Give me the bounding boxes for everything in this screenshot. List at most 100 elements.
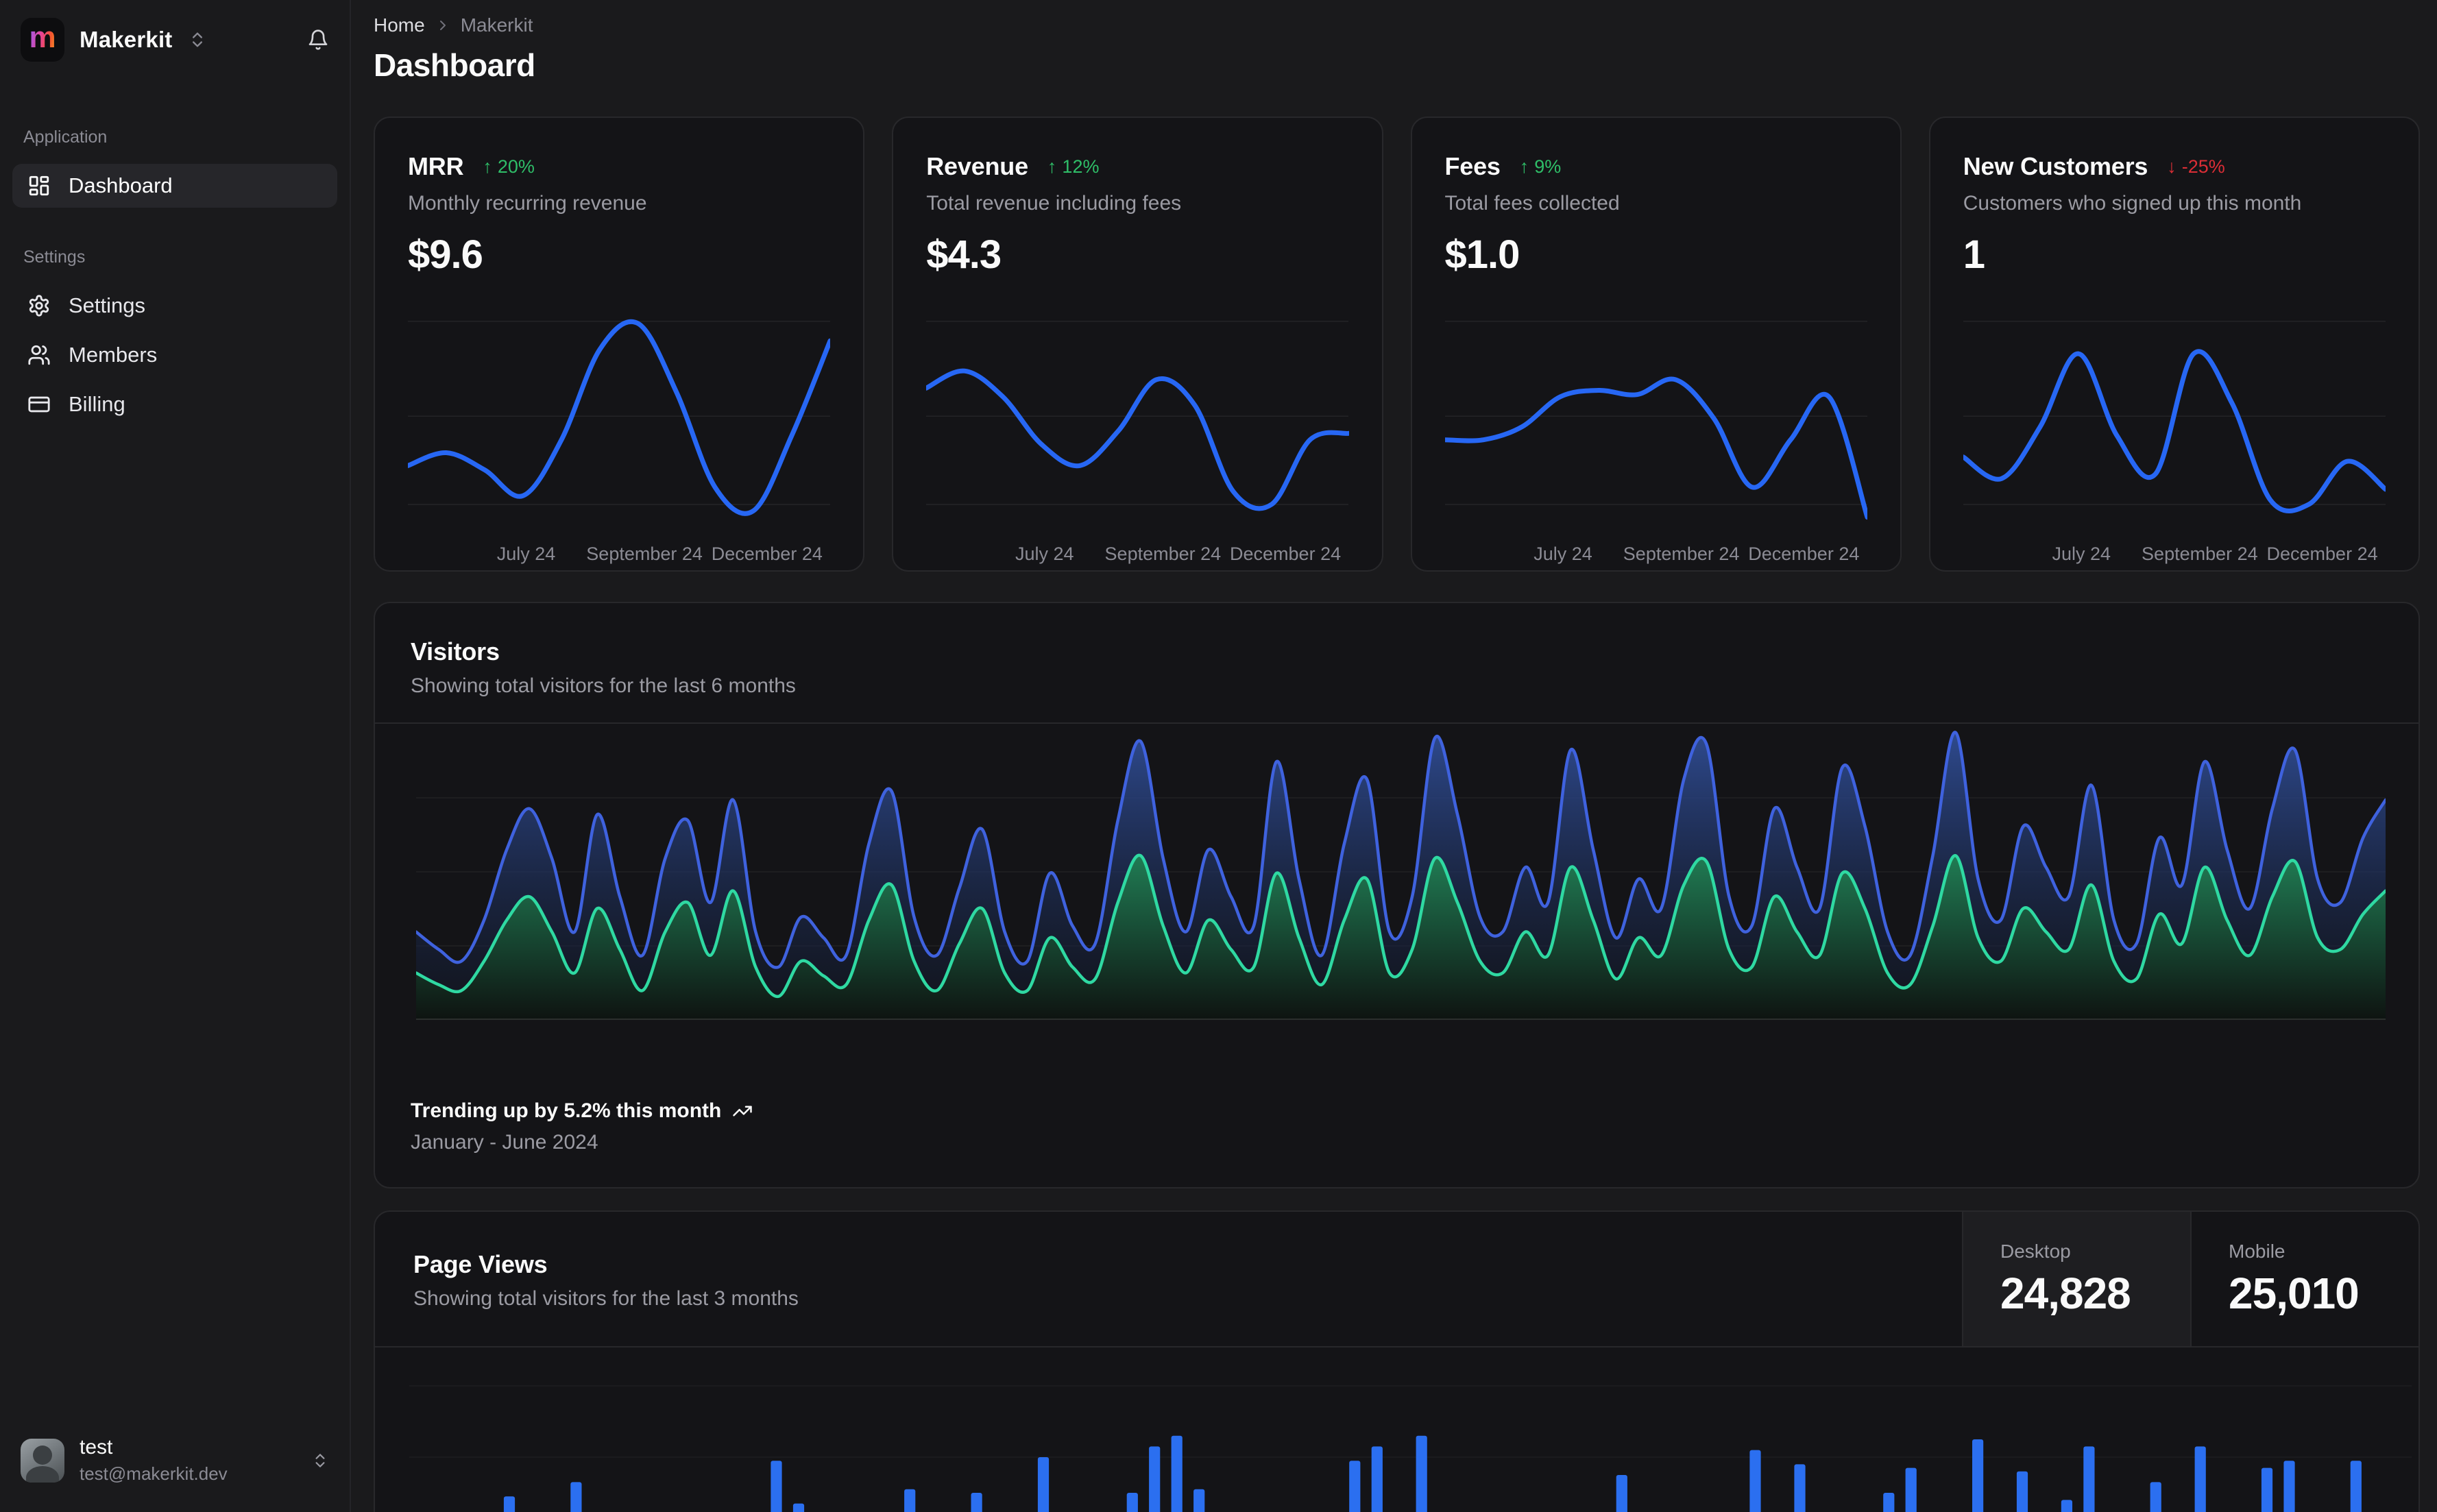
credit-card-icon — [28, 396, 50, 413]
visitors-header: Visitors Showing total visitors for the … — [375, 603, 2418, 724]
main-content: Home Makerkit Dashboard MRR ↑ 20% Monthl… — [351, 0, 2437, 1512]
workspace-name: Makerkit — [80, 27, 173, 52]
chevron-right-icon — [439, 21, 446, 30]
breadcrumb-home-link[interactable]: Home — [374, 14, 425, 37]
stat-card-mrr: MRR ↑ 20% Monthly recurring revenue $9.6… — [374, 117, 865, 572]
x-tick-label: September 24 — [1104, 544, 1222, 564]
user-meta: test test@makerkit.dev — [80, 1436, 296, 1485]
sidebar-item-label: Billing — [69, 392, 125, 416]
trending-up-icon — [733, 1106, 753, 1117]
trend-badge: ↑ 12% — [1047, 156, 1100, 178]
page-views-chart — [375, 1348, 2418, 1512]
stat-card-title: Fees — [1444, 152, 1501, 180]
sidebar: m Makerkit Application Dashboard Setting… — [0, 0, 351, 1512]
x-tick-label: September 24 — [2142, 544, 2258, 564]
x-tick-label: July 24 — [1015, 544, 1074, 564]
page-views-titles: Page Views Showing total visitors for th… — [375, 1212, 1962, 1346]
page-views-card: Page Views Showing total visitors for th… — [374, 1210, 2420, 1512]
arrow-up-icon: ↑ — [1047, 156, 1057, 177]
x-tick-label: July 24 — [2052, 544, 2111, 564]
desktop-label: Desktop — [2000, 1241, 2071, 1262]
stat-card-revenue: Revenue ↑ 12% Total revenue including fe… — [892, 117, 1383, 572]
page-views-header: Page Views Showing total visitors for th… — [375, 1212, 2418, 1348]
trend-badge-value: 9% — [1534, 156, 1562, 177]
fees-line-chart — [1444, 320, 1867, 520]
sparkline-chart: July 24 September 24 December 24 — [1963, 301, 2386, 567]
x-tick-label: July 24 — [496, 544, 556, 564]
visitors-footer: Trending up by 5.2% this month January -… — [375, 1020, 2418, 1187]
x-tick-label: September 24 — [1623, 544, 1740, 564]
toggle-desktop[interactable]: Desktop 24,828 — [1962, 1212, 2190, 1346]
x-tick-label: December 24 — [1230, 544, 1342, 564]
visitors-card: Visitors Showing total visitors for the … — [374, 602, 2420, 1188]
stat-card-header: Fees ↑ 9% — [1445, 152, 1867, 181]
user-email: test@makerkit.dev — [80, 1463, 228, 1484]
arrow-up-icon: ↑ — [1519, 156, 1529, 177]
dashboard-icon — [29, 175, 49, 196]
trend-badge: ↓ -25% — [2167, 156, 2225, 178]
stat-card-value: $1.0 — [1444, 232, 1520, 277]
stat-card-new-customers: New Customers ↓ -25% Customers who signe… — [1928, 117, 2420, 572]
sidebar-item-dashboard[interactable]: Dashboard — [12, 164, 337, 208]
app-root: m Makerkit Application Dashboard Setting… — [0, 0, 2437, 1512]
breadcrumb-current: Makerkit — [460, 14, 533, 36]
sidebar-item-settings[interactable]: Settings — [12, 284, 337, 328]
toggle-mobile[interactable]: Mobile 25,010 — [2190, 1212, 2418, 1346]
user-menu[interactable]: test test@makerkit.dev — [0, 1418, 350, 1512]
stat-card-title: New Customers — [1963, 152, 2148, 180]
sparkline-chart: July 24 September 24 December 24 — [926, 301, 1349, 567]
chevrons-up-down-icon — [315, 1453, 325, 1467]
sparkline-chart: July 24 September 24 December 24 — [1444, 301, 1867, 567]
arrow-up-icon: ↑ — [483, 156, 492, 177]
stat-cards-row: MRR ↑ 20% Monthly recurring revenue $9.6… — [374, 117, 2420, 572]
sparkline-chart: July 24 September 24 December 24 — [408, 301, 831, 567]
user-avatar — [21, 1438, 64, 1483]
makerkit-logo: m — [21, 18, 64, 62]
visitors-trend-text: Trending up by 5.2% this month — [411, 1099, 722, 1122]
mobile-value: 25,010 — [2229, 1269, 2360, 1318]
nav-section-label: Settings — [23, 247, 86, 267]
trend-badge-value: -25% — [2181, 156, 2225, 177]
stat-card-value: 1 — [1963, 232, 1985, 277]
stat-card-value: $9.6 — [408, 232, 483, 277]
x-tick-label: December 24 — [2266, 544, 2378, 564]
mrr-line-chart — [408, 319, 831, 516]
page-views-title: Page Views — [413, 1250, 548, 1278]
stat-card-header: New Customers ↓ -25% — [1963, 152, 2386, 181]
stat-card-header: MRR ↑ 20% — [408, 152, 830, 181]
sidebar-item-members[interactable]: Members — [12, 333, 337, 377]
visitors-trend-line: Trending up by 5.2% this month — [411, 1099, 2383, 1123]
notifications-button[interactable] — [307, 29, 329, 51]
visitors-area-chart — [416, 731, 2386, 1020]
x-tick-label: December 24 — [711, 544, 823, 564]
sidebar-header: m Makerkit — [0, 18, 350, 62]
stat-card-description: Customers who signed up this month — [1963, 192, 2302, 215]
mobile-label: Mobile — [2229, 1241, 2286, 1262]
sidebar-nav: Application Dashboard Settings Settings … — [0, 127, 350, 426]
breadcrumb: Home Makerkit — [374, 14, 2420, 37]
workspace-selector[interactable]: m Makerkit — [21, 18, 207, 62]
chevrons-up-down-icon — [192, 32, 202, 47]
visitors-date-range: January - June 2024 — [411, 1131, 598, 1154]
gear-icon — [29, 295, 49, 317]
page-title: Dashboard — [374, 47, 535, 83]
x-axis-labels: July 24 September 24 December 24 — [408, 544, 830, 567]
stat-card-description: Total revenue including fees — [926, 192, 1182, 215]
visitors-chart — [375, 724, 2418, 1020]
nav-group-settings: Settings Settings Members Billing — [12, 247, 337, 426]
stat-card-description: Total fees collected — [1444, 192, 1620, 215]
stat-card-title: MRR — [408, 152, 464, 180]
desktop-value: 24,828 — [2000, 1269, 2131, 1318]
x-axis-labels: July 24 September 24 December 24 — [1963, 544, 2386, 567]
sidebar-item-label: Dashboard — [69, 173, 173, 197]
x-axis-labels: July 24 September 24 December 24 — [926, 544, 1348, 567]
revenue-line-chart — [926, 320, 1349, 511]
sidebar-item-billing[interactable]: Billing — [12, 382, 337, 426]
page-views-bar-chart — [409, 1385, 2412, 1512]
x-tick-label: December 24 — [1748, 544, 1860, 564]
logo-letter: m — [29, 21, 56, 54]
stat-card-fees: Fees ↑ 9% Total fees collected $1.0 July… — [1410, 117, 1902, 572]
nav-group-application: Application Dashboard — [12, 127, 337, 208]
stat-card-header: Revenue ↑ 12% — [926, 152, 1348, 181]
stat-card-title: Revenue — [926, 152, 1028, 180]
